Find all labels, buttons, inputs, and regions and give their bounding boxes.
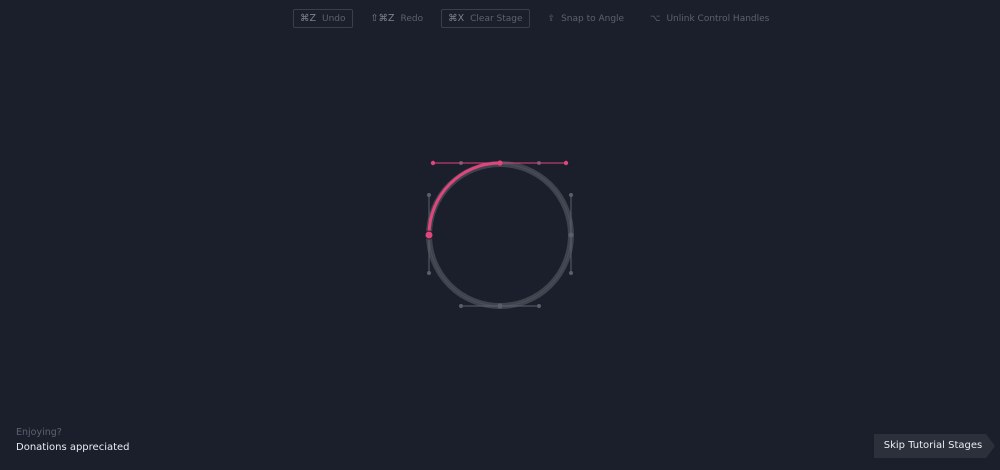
anchor-point-top[interactable]	[497, 160, 503, 166]
pen-tool-stage[interactable]: ⌘Z Undo ⇧⌘Z Redo ⌘X Clear Stage ⇪ Snap t…	[0, 0, 1000, 470]
skip-button-label: Skip Tutorial Stages	[883, 440, 983, 451]
control-handle-left[interactable]	[430, 160, 436, 166]
anchor-point-start[interactable]	[424, 230, 434, 240]
skip-tutorial-button[interactable]: Skip Tutorial Stages	[874, 434, 1000, 458]
donations-link[interactable]: Donations appreciated	[16, 441, 130, 455]
bezier-curve	[427, 161, 502, 237]
donation-note: Enjoying? Donations appreciated	[16, 427, 130, 455]
control-handle-right[interactable]	[563, 160, 569, 166]
drawn-path[interactable]	[424, 160, 569, 240]
enjoying-text: Enjoying?	[16, 427, 62, 438]
drawing-canvas[interactable]	[0, 0, 1000, 470]
